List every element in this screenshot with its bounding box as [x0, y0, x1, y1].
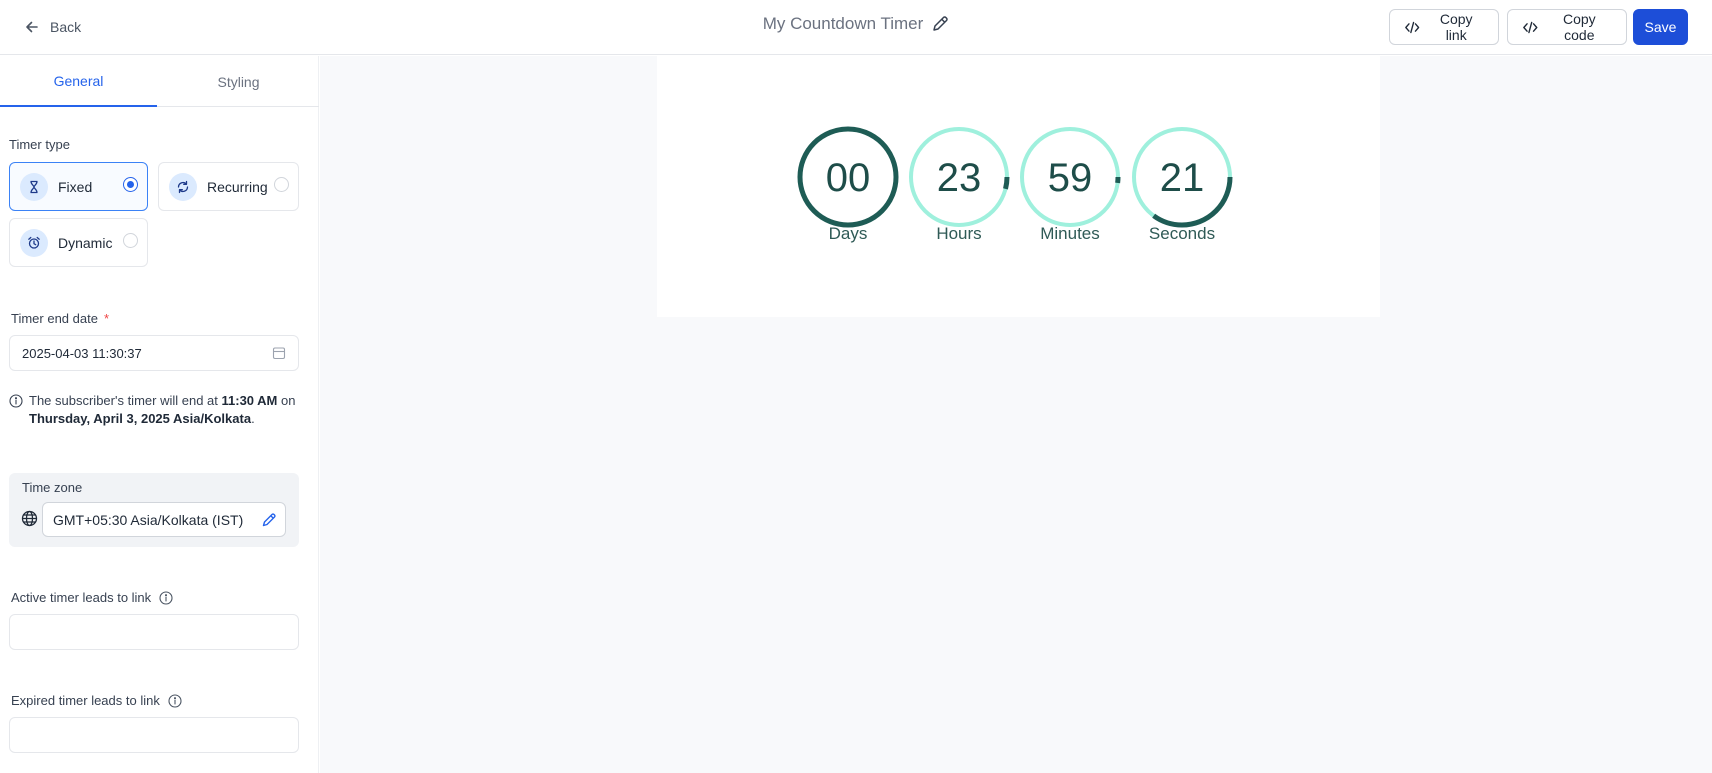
radio-button[interactable] — [274, 177, 289, 192]
option-label: Recurring — [207, 178, 268, 195]
timer-preview: 00 Days 23 Hours 59 Minutes 21 Seconds — [657, 56, 1380, 317]
end-date-value: 2025-04-03 11:30:37 — [22, 345, 142, 361]
timer-unit-days: 00 Days — [797, 126, 899, 243]
radio-button[interactable] — [123, 233, 138, 248]
info-middle: on — [277, 393, 296, 408]
pencil-icon[interactable] — [261, 512, 277, 528]
save-button[interactable]: Save — [1633, 9, 1688, 45]
timezone-section: Time zone GMT+05:30 Asia/Kolkata (IST) — [9, 473, 299, 547]
timer-value: 21 — [1160, 156, 1205, 200]
code-icon — [1523, 21, 1538, 33]
arrow-left-icon — [26, 21, 38, 33]
timer-unit-label: Days — [829, 224, 868, 243]
option-label: Fixed — [58, 178, 93, 195]
info-icon — [9, 394, 23, 408]
timer-value: 23 — [937, 156, 982, 200]
timer-unit-minutes: 59 Minutes — [1019, 126, 1121, 243]
timer-unit-label: Seconds — [1149, 224, 1215, 243]
back-button[interactable]: Back — [24, 16, 81, 38]
hourglass-icon — [20, 172, 48, 201]
tab-bar: General Styling — [0, 56, 319, 107]
pencil-icon — [933, 16, 949, 31]
refresh-icon — [169, 172, 197, 201]
calendar-icon[interactable] — [272, 346, 286, 360]
copy-code-label: Copy code — [1562, 11, 1596, 43]
top-bar: Back My Countdown Timer Copy link Copy c… — [0, 0, 1712, 55]
copy-code-button[interactable]: Copy code — [1507, 9, 1627, 45]
timezone-label: Time zone — [22, 480, 83, 495]
timer-unit-hours: 23 Hours — [908, 126, 1010, 243]
timer-value: 59 — [1048, 156, 1093, 200]
info-prefix: The subscriber's timer will end at — [29, 393, 222, 408]
info-suffix: . — [251, 411, 255, 426]
countdown-timer: 00 Days 23 Hours 59 Minutes 21 Seconds — [797, 126, 1233, 243]
copy-link-label: Copy link — [1439, 11, 1473, 43]
active-link-label-text: Active timer leads to link — [11, 590, 152, 605]
active-link-label: Active timer leads to link — [11, 590, 173, 605]
edit-title-button[interactable] — [931, 15, 949, 33]
expired-link-label: Expired timer leads to link — [11, 693, 182, 708]
code-icon — [1405, 21, 1420, 33]
info-date: Thursday, April 3, 2025 Asia/Kolkata — [29, 411, 252, 426]
settings-sidebar: General Styling Timer type Fixed Recurri… — [0, 56, 319, 773]
end-date-label: Timer end date * — [11, 311, 109, 326]
end-date-input[interactable]: 2025-04-03 11:30:37 — [9, 335, 299, 371]
back-label: Back — [50, 19, 82, 35]
tab-general[interactable]: General — [0, 56, 157, 107]
end-time-info: The subscriber's timer will end at 11:30… — [9, 392, 309, 428]
preview-area: 00 Days 23 Hours 59 Minutes 21 Seconds — [320, 56, 1712, 773]
required-mark: * — [103, 311, 110, 326]
timer-unit-label: Minutes — [1040, 224, 1100, 243]
timezone-value: GMT+05:30 Asia/Kolkata (IST) — [53, 511, 244, 528]
info-icon[interactable] — [159, 590, 173, 605]
timer-unit-label: Hours — [936, 224, 981, 243]
alarm-clock-icon — [20, 228, 48, 257]
timer-type-dynamic[interactable]: Dynamic — [9, 218, 148, 267]
end-date-label-text: Timer end date — [11, 311, 98, 326]
timer-type-label: Timer type — [9, 137, 70, 152]
copy-link-button[interactable]: Copy link — [1389, 9, 1499, 45]
timer-type-fixed[interactable]: Fixed — [9, 162, 148, 211]
timer-unit-seconds: 21 Seconds — [1131, 126, 1233, 243]
globe-icon — [21, 510, 38, 527]
option-label: Dynamic — [58, 234, 113, 251]
timer-type-recurring[interactable]: Recurring — [158, 162, 299, 211]
expired-link-input[interactable] — [9, 717, 299, 753]
info-icon[interactable] — [168, 693, 182, 708]
expired-link-label-text: Expired timer leads to link — [11, 693, 160, 708]
radio-button[interactable] — [123, 177, 138, 192]
info-time: 11:30 AM — [221, 393, 278, 408]
page-title: My Countdown Timer — [762, 14, 924, 33]
timezone-select[interactable]: GMT+05:30 Asia/Kolkata (IST) — [42, 502, 286, 537]
timer-value: 00 — [826, 156, 871, 200]
tab-styling[interactable]: Styling — [160, 56, 317, 107]
active-link-input[interactable] — [9, 614, 299, 650]
